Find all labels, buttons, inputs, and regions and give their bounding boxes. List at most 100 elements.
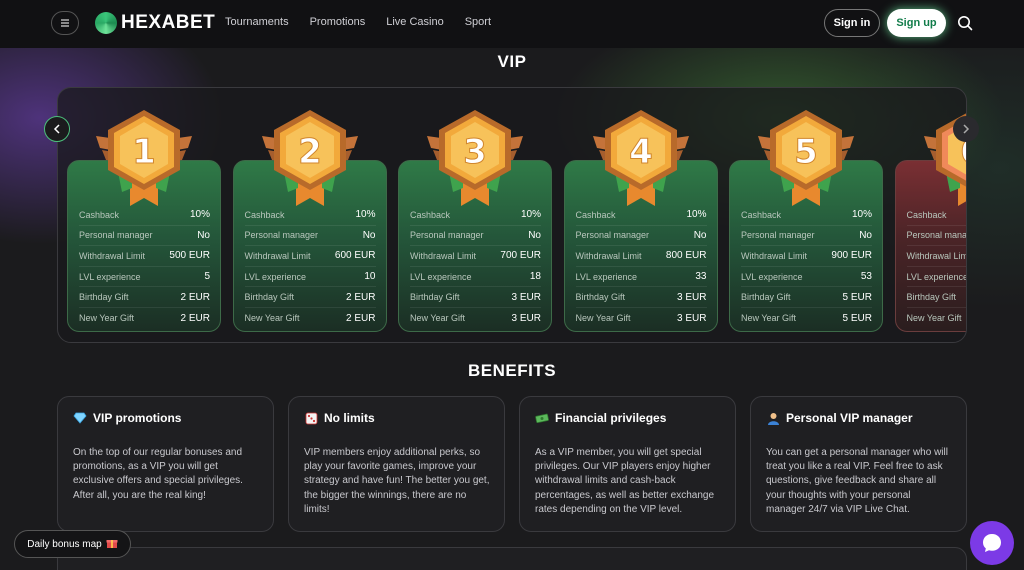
daily-bonus-map-button[interactable]: Daily bonus map [14,530,131,558]
vip-benefit-value: No [528,229,541,241]
vip-levels-carousel: Cashback 10% Personal manager No Withdrawal … [57,87,967,343]
level-badge-icon: 1 [96,110,192,206]
logo-mark-icon [95,12,117,34]
vip-benefit-label: Cashback [906,209,947,220]
vip-benefit-label: LVL experience [79,271,141,282]
benefits-section-title: BENEFITS [467,361,557,380]
level-number: 4 [629,132,653,172]
vip-benefit-value: 600 EUR [334,250,376,262]
vip-benefit-row: Withdrawal Limit 500 EUR [79,246,210,267]
vip-benefit-row: New Year Gift 2 EUR [245,308,376,329]
vip-benefit-row: Birthday Gift 2 EUR [79,287,210,308]
benefit-title: Financial privileges [555,411,667,425]
carousel-prev-button[interactable] [44,116,70,142]
benefit-card-personal-vip-manager: Personal VIP manager You can get a perso… [750,396,967,532]
vip-benefit-label: Personal manager [410,230,484,241]
vip-benefit-row: Personal manager No [575,226,707,247]
vip-benefit-label: Cashback [410,209,451,220]
vip-benefit-label: Birthday Gift [244,292,295,303]
vip-benefit-label: Personal manager [244,230,319,241]
person-icon [766,411,780,425]
next-section-panel [57,547,967,570]
vip-benefit-label: Personal manager [575,230,650,241]
vip-benefit-label: Birthday Gift [906,292,957,303]
vip-benefit-label: Withdrawal Limit [410,250,477,261]
vip-benefit-row: Withdrawal Limit 800 EUR [575,246,707,267]
vip-benefit-value: 900 EUR [831,250,872,262]
vip-benefit-value: No [693,229,707,241]
level-badge-icon: 4 [592,110,689,206]
benefit-body: VIP members enjoy additional perks, so p… [304,447,490,515]
benefit-card-no-limits: No limits VIP members enjoy additional p… [288,396,505,532]
vip-benefit-value: 3 EUR [511,291,541,303]
level-number: 1 [132,132,156,172]
vip-benefit-label: New Year Gift [244,313,300,324]
sign-in-button[interactable]: Sign in [824,9,880,37]
benefit-body: On the top of our regular bonuses and pr… [73,447,243,501]
vip-benefit-label: Personal manager [741,230,815,241]
vip-benefit-label: Withdrawal Limit [79,250,146,261]
vip-benefit-row: Personal manager No [741,226,872,247]
vip-benefit-label: Cashback [575,209,616,220]
nav-item-live-casino[interactable]: Live Casino [386,16,443,28]
nav-item-promotions[interactable]: Promotions [310,16,366,28]
vip-benefit-row: Birthday Gift 2 EUR [244,287,376,308]
vip-benefit-label: LVL experience [410,271,472,282]
nav-item-sport[interactable]: Sport [465,16,491,28]
vip-benefit-value: 800 EUR [665,250,707,262]
logo-text: HEXABET [121,12,216,33]
vip-benefit-label: Cashback [741,209,782,220]
vip-benefit-label: New Year Gift [575,313,631,324]
money-icon [535,411,549,425]
menu-button[interactable] [51,11,79,35]
vip-benefit-value: 5 EUR [842,312,872,324]
main-nav: Tournaments Promotions Live Casino Sport [225,16,491,28]
vip-benefit-row: LVL experience 10 [244,267,376,288]
vip-benefit-value: 2 EUR [180,291,210,303]
vip-benefit-value: 53 [860,271,872,283]
vip-benefit-label: Birthday Gift [79,292,129,303]
vip-benefit-row: LVL experience 18 [410,267,541,288]
benefit-body: As a VIP member, you will get special pr… [535,447,714,515]
top-header: HEXABET Tournaments Promotions Live Casi… [0,0,1024,48]
vip-benefit-value: 5 [204,271,210,283]
vip-benefit-label: Personal manager [79,230,153,241]
vip-benefit-label: Cashback [244,209,285,220]
vip-benefit-value: No [197,229,210,241]
vip-benefit-label: Withdrawal Limit [741,250,808,261]
vip-benefit-value: 500 EUR [169,250,210,262]
vip-benefit-row: New Year Gift [906,308,967,329]
vip-benefit-label: New Year Gift [410,313,466,324]
vip-benefit-label: New Year Gift [906,313,962,324]
vip-section-title: VIP [497,52,527,71]
vip-benefit-value: 18 [529,271,541,283]
vip-benefit-row: LVL experience [906,267,967,288]
logo[interactable]: HEXABET [95,12,215,34]
vip-benefit-value: 33 [695,271,707,283]
vip-benefit-row: New Year Gift 3 EUR [410,308,541,329]
benefit-title: No limits [324,411,375,425]
vip-benefit-row: Withdrawal Limit 700 EUR [410,246,541,267]
chat-icon [983,534,1001,552]
vip-benefit-label: LVL experience [575,271,638,282]
sign-up-button[interactable]: Sign up [887,9,946,37]
benefit-card-financial-privileges: Financial privileges As a VIP member, yo… [519,396,736,532]
vip-benefit-label: LVL experience [906,271,967,282]
vip-benefit-row: New Year Gift 3 EUR [576,308,707,329]
vip-benefit-value: 2 EUR [180,312,210,324]
vip-benefit-label: Birthday Gift [741,292,791,303]
carousel-next-button[interactable] [953,116,979,142]
benefit-title: VIP promotions [93,411,182,425]
vip-benefit-value: 700 EUR [500,250,541,262]
vip-benefit-label: Birthday Gift [410,292,460,303]
live-chat-button[interactable] [970,521,1014,565]
level-number: 3 [463,132,487,172]
vip-benefit-label: Withdrawal Limit [244,250,311,261]
vip-benefit-row: LVL experience 5 [79,267,210,288]
vip-benefit-row: Birthday Gift 3 EUR [575,287,707,308]
vip-benefit-row: Birthday Gift 5 EUR [741,287,872,308]
vip-benefit-label: LVL experience [244,271,307,282]
nav-item-tournaments[interactable]: Tournaments [225,16,289,28]
vip-benefit-label: Withdrawal Limit [575,250,642,261]
search-icon[interactable] [957,15,973,31]
